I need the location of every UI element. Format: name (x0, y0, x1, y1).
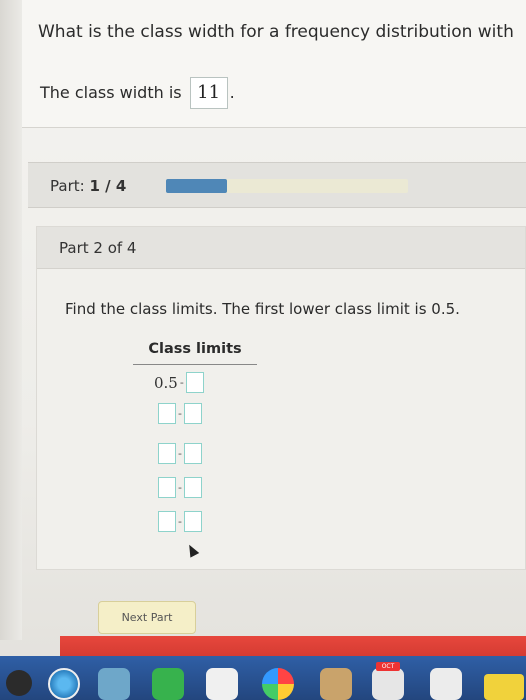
left-edge (0, 0, 22, 640)
part-total: 4 (115, 177, 127, 195)
question-panel: What is the class width for a frequency … (22, 0, 526, 128)
row-dash: - (178, 481, 182, 494)
class-row-3: - (158, 443, 202, 464)
reminders-icon[interactable] (430, 668, 462, 700)
row-dash: - (178, 515, 182, 528)
part-title: Part 2 of 4 (59, 239, 137, 257)
part-separator: / (105, 177, 111, 195)
part-instruction: Find the class limits. The first lower c… (65, 300, 460, 318)
part-panel: Part 2 of 4 Find the class limits. The f… (36, 226, 526, 570)
part-progress-label: Part: 1 / 4 (50, 177, 126, 195)
lower-limit-input-5[interactable] (158, 511, 176, 532)
photos-app-icon[interactable] (206, 668, 238, 700)
row-dash: - (178, 447, 182, 460)
dock (0, 656, 526, 700)
class-row-5: - (158, 511, 202, 532)
class-width-answer[interactable]: 11 (189, 77, 228, 109)
safari-icon[interactable] (48, 668, 80, 700)
question-text: What is the class width for a frequency … (38, 22, 514, 42)
notes-icon[interactable] (484, 674, 524, 700)
upper-limit-input-1[interactable] (185, 372, 204, 393)
class-limits-header: Class limits (133, 341, 257, 365)
answer-suffix: . (229, 82, 235, 102)
row-dash: - (179, 376, 184, 389)
part-current: 1 (89, 177, 100, 195)
calendar-tag: OCT (376, 662, 400, 671)
class-row-2: - (158, 403, 202, 424)
upper-limit-input-4[interactable] (183, 477, 202, 498)
lower-limit-input-3[interactable] (158, 443, 176, 464)
upper-limit-input-3[interactable] (183, 443, 202, 464)
calendar-icon[interactable] (372, 668, 404, 700)
photos-icon[interactable] (262, 668, 294, 700)
preview-icon[interactable] (98, 668, 130, 700)
part-progress-bar: Part: 1 / 4 (28, 162, 526, 208)
facetime-icon[interactable] (152, 668, 184, 700)
upper-limit-input-5[interactable] (183, 511, 202, 532)
part-header: Part 2 of 4 (37, 227, 525, 269)
class-row-1: 0.5- (154, 372, 204, 393)
lower-limit-input-4[interactable] (158, 477, 176, 498)
class-row-4: - (158, 477, 202, 498)
progress-track (166, 179, 408, 193)
answer-prefix: The class width is (40, 82, 182, 102)
answer-line: The class width is 11 . (40, 76, 235, 109)
lower-limit-input-2[interactable] (158, 403, 176, 424)
page: What is the class width for a frequency … (0, 0, 526, 700)
part-label-text: Part: (50, 177, 85, 195)
contacts-icon[interactable] (320, 668, 352, 700)
first-lower-limit: 0.5 (154, 373, 178, 392)
upper-limit-input-2[interactable] (183, 403, 202, 424)
red-strip (60, 636, 526, 658)
row-dash: - (178, 407, 182, 420)
dock-app-icon-1[interactable] (6, 670, 32, 696)
progress-fill (166, 179, 227, 193)
next-part-button[interactable]: Next Part (98, 601, 196, 634)
